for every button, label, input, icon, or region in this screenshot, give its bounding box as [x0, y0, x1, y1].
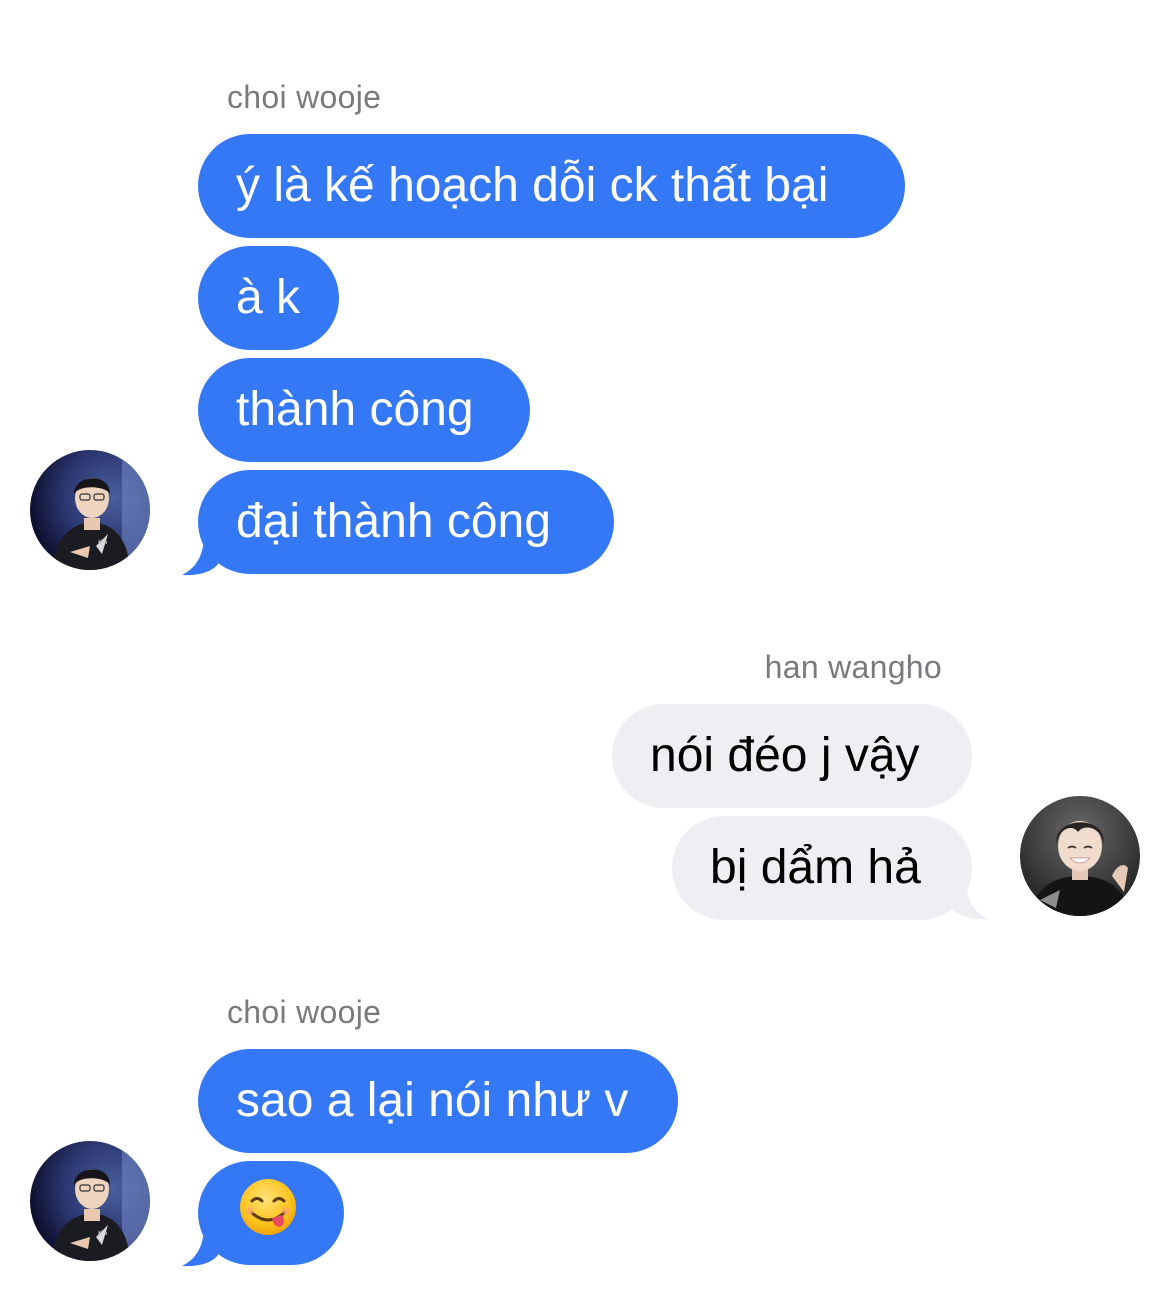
- svg-text:Kia: Kia: [98, 1230, 108, 1237]
- avatar-image: Kia: [30, 450, 150, 570]
- avatar-han-wangho[interactable]: [1020, 796, 1140, 916]
- avatar-choi-wooje[interactable]: Kia: [30, 1141, 150, 1261]
- bubble-tail: [182, 538, 218, 576]
- sender-name-choi-wooje: choi wooje: [227, 79, 382, 115]
- avatar-image: [1020, 796, 1140, 916]
- bubble-tail: [952, 882, 988, 920]
- message-bubble[interactable]: thành công: [198, 358, 530, 462]
- message-bubble[interactable]: sao a lại nói như v: [198, 1049, 678, 1153]
- message-bubble[interactable]: nói đéo j vậy: [612, 704, 972, 808]
- message-bubble[interactable]: đại thành công: [198, 470, 614, 574]
- face-savoring-food-emoji: [240, 1179, 296, 1235]
- message-bubble[interactable]: bị dẩm hả: [672, 816, 972, 920]
- sender-name-choi-wooje: choi wooje: [227, 994, 382, 1030]
- sender-name-han-wangho: han wangho: [764, 649, 942, 685]
- message-bubble[interactable]: ý là kế hoạch dỗi ck thất bại: [198, 134, 905, 238]
- bubble-tail: [182, 1229, 218, 1267]
- message-bubble[interactable]: à k: [198, 246, 339, 350]
- svg-text:Kia: Kia: [98, 539, 108, 546]
- avatar-image: Kia: [30, 1141, 150, 1261]
- avatar-choi-wooje[interactable]: Kia: [30, 450, 150, 570]
